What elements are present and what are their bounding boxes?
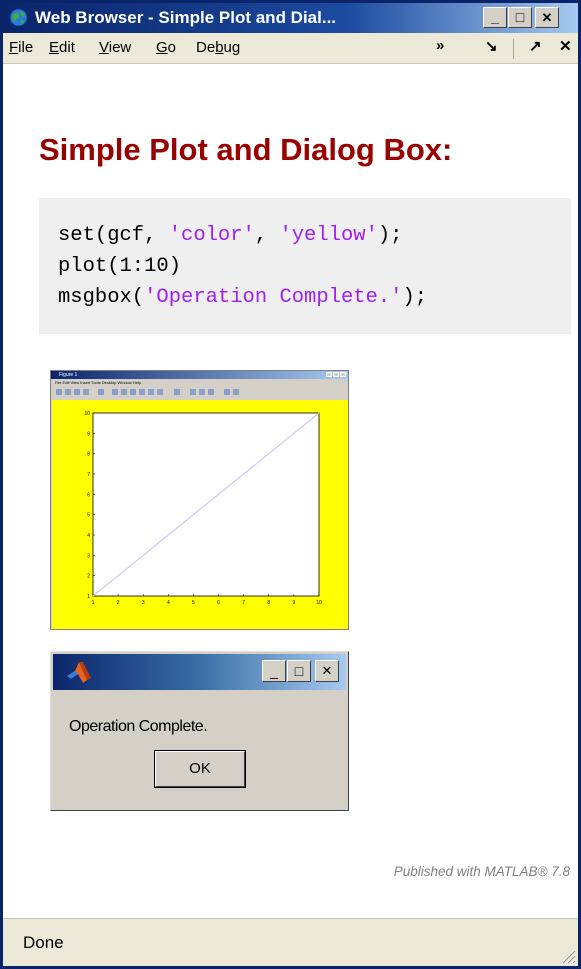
close-panel-icon[interactable]: ✕ <box>559 37 572 55</box>
zoom-out-icon <box>121 389 127 395</box>
y-tick-label: 2 <box>87 574 90 580</box>
status-bar: Done <box>3 918 578 966</box>
ok-button[interactable]: OK <box>154 750 246 788</box>
grid-icon <box>208 389 214 395</box>
dock-icon[interactable]: ↘ <box>485 37 498 55</box>
rotate-icon <box>139 389 145 395</box>
y-tick-label: 10 <box>84 411 90 417</box>
figure-title: Figure 1 <box>59 372 78 378</box>
figure-menu: File Edit View Insert Tools Desktop Wind… <box>55 380 142 385</box>
y-tick-label: 3 <box>87 553 90 559</box>
maximize-icon: □ <box>294 663 304 679</box>
dialog-minimize-button[interactable]: _ <box>262 660 286 682</box>
close-button[interactable]: ✕ <box>535 7 559 28</box>
line-plot: 1 2 3 4 5 6 7 8 9 10 1 2 3 4 5 6 7 8 9 10 <box>84 411 322 606</box>
x-tick-label: 10 <box>316 600 322 606</box>
resize-grip-icon[interactable] <box>558 946 576 964</box>
x-tick-label: 8 <box>267 600 270 606</box>
x-tick-label: 5 <box>192 600 195 606</box>
published-footer: Published with MATLAB® 7.8 <box>393 864 570 879</box>
y-tick-label: 9 <box>87 431 90 437</box>
maximize-button[interactable]: □ <box>508 7 532 28</box>
close-icon: ✕ <box>541 10 553 25</box>
print-icon <box>83 389 89 395</box>
minimize-icon: _ <box>270 663 278 679</box>
menu-edit[interactable]: Edit <box>49 39 75 56</box>
x-tick-label: 3 <box>142 600 145 606</box>
code-line: set(gcf, 'color', 'yellow'); <box>58 224 403 247</box>
figure-title-bar: Figure 1 <box>51 371 348 379</box>
link-icon <box>174 389 180 395</box>
figure-screenshot: Figure 1 File Edit View Insert Tools Des… <box>50 370 349 630</box>
globe-icon <box>9 8 28 27</box>
matlab-logo-icon <box>67 662 91 683</box>
menu-go[interactable]: Go <box>156 39 176 56</box>
pointer-icon <box>98 389 104 395</box>
undock-icon[interactable]: ↗ <box>529 37 542 55</box>
page-title: Simple Plot and Dialog Box: <box>39 132 453 167</box>
x-tick-label: 6 <box>217 600 220 606</box>
data-cursor-icon <box>148 389 154 395</box>
close-icon: ✕ <box>321 663 333 678</box>
y-tick-label: 5 <box>87 513 90 519</box>
message-dialog: _ □ ✕ Operation Complete. OK <box>50 651 349 811</box>
zoom-in-icon <box>112 389 118 395</box>
page-content[interactable]: Simple Plot and Dialog Box: set(gcf, 'co… <box>3 64 578 922</box>
x-tick-label: 1 <box>92 600 95 606</box>
open-file-icon <box>65 389 71 395</box>
figure-close-icon <box>340 372 346 377</box>
code-block: set(gcf, 'color', 'yellow'); plot(1:10) … <box>39 198 571 334</box>
x-tick-label: 2 <box>117 600 120 606</box>
figure-maximize-icon <box>333 372 339 377</box>
save-icon <box>74 389 80 395</box>
menu-debug[interactable]: Debug <box>196 39 240 56</box>
dialog-message: Operation Complete. <box>69 718 208 735</box>
new-figure-icon <box>56 389 62 395</box>
plot-tools-icon <box>224 389 230 395</box>
browser-window: Web Browser - Simple Plot and Dial... _ … <box>0 0 581 969</box>
window-title: Web Browser - Simple Plot and Dial... <box>35 8 337 27</box>
toolbar-overflow-icon[interactable]: » <box>436 37 444 54</box>
x-tick-label: 7 <box>242 600 245 606</box>
title-bar[interactable]: Web Browser - Simple Plot and Dial... _ … <box>3 3 578 33</box>
dialog-close-button[interactable]: ✕ <box>315 660 339 682</box>
y-tick-label: 8 <box>87 452 90 458</box>
x-tick-label: 4 <box>167 600 170 606</box>
toolbar-divider <box>513 39 514 59</box>
dock-figure-icon <box>233 389 239 395</box>
menu-file[interactable]: File <box>9 39 33 56</box>
y-tick-label: 6 <box>87 492 90 498</box>
brush-icon <box>157 389 163 395</box>
maximize-icon: □ <box>515 9 525 25</box>
colorbar-icon <box>190 389 196 395</box>
y-tick-label: 7 <box>87 472 90 478</box>
y-tick-label: 1 <box>87 594 90 600</box>
pan-icon <box>130 389 136 395</box>
y-tick-label: 4 <box>87 533 90 539</box>
code-line: msgbox('Operation Complete.'); <box>58 286 428 309</box>
x-tick-label: 9 <box>292 600 295 606</box>
minimize-button[interactable]: _ <box>483 7 507 28</box>
figure-toolbar <box>54 388 334 398</box>
figure-canvas: 1 2 3 4 5 6 7 8 9 10 1 2 3 4 5 6 7 8 9 10 <box>52 400 348 629</box>
minimize-icon: _ <box>491 9 499 25</box>
dialog-maximize-button[interactable]: □ <box>287 660 311 682</box>
legend-icon <box>199 389 205 395</box>
menu-bar: File Edit View Go Debug » ↘ ↗ ✕ <box>3 33 578 64</box>
code-line: plot(1:10) <box>58 255 182 278</box>
status-text: Done <box>23 933 64 952</box>
dialog-title-bar[interactable]: _ □ ✕ <box>53 654 346 690</box>
menu-view[interactable]: View <box>99 39 131 56</box>
figure-minimize-icon <box>326 372 332 377</box>
